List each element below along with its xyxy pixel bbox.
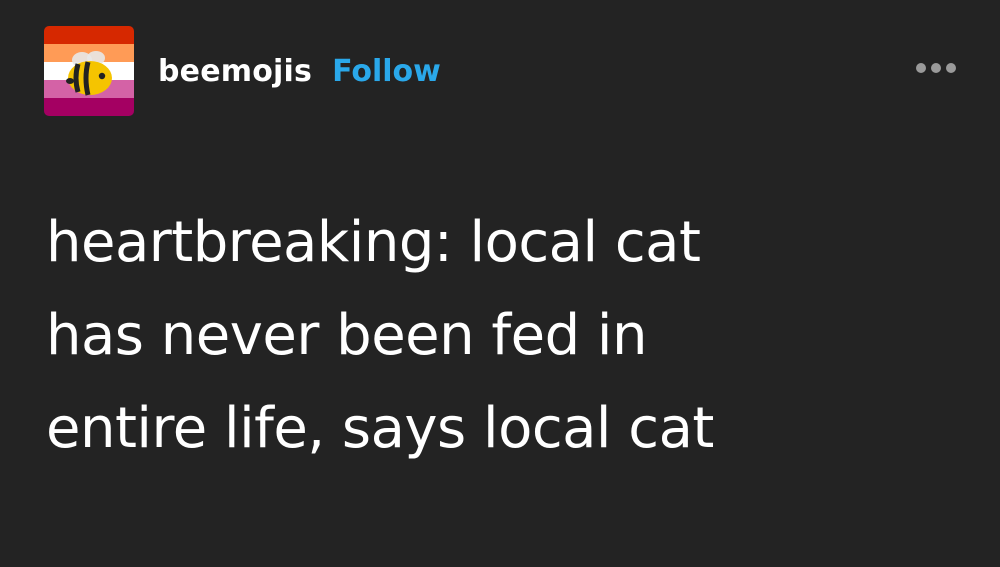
avatar[interactable] bbox=[44, 26, 134, 116]
tumblr-post: beemojis Follow heartbreaking: local cat… bbox=[0, 0, 1000, 567]
post-text-line: heartbreaking: local cat bbox=[46, 210, 701, 275]
dot bbox=[946, 63, 956, 73]
post-body: heartbreaking: local cat has never been … bbox=[46, 196, 966, 475]
follow-button[interactable]: Follow bbox=[332, 54, 441, 89]
username[interactable]: beemojis bbox=[158, 54, 312, 89]
more-options-icon[interactable] bbox=[916, 63, 956, 73]
bee-avatar-icon bbox=[44, 26, 134, 116]
dot bbox=[931, 63, 941, 73]
post-text-line: has never been fed in bbox=[46, 303, 647, 368]
post-text-line: entire life, says local cat bbox=[46, 396, 714, 461]
post-header: beemojis Follow bbox=[44, 26, 441, 116]
dot bbox=[916, 63, 926, 73]
